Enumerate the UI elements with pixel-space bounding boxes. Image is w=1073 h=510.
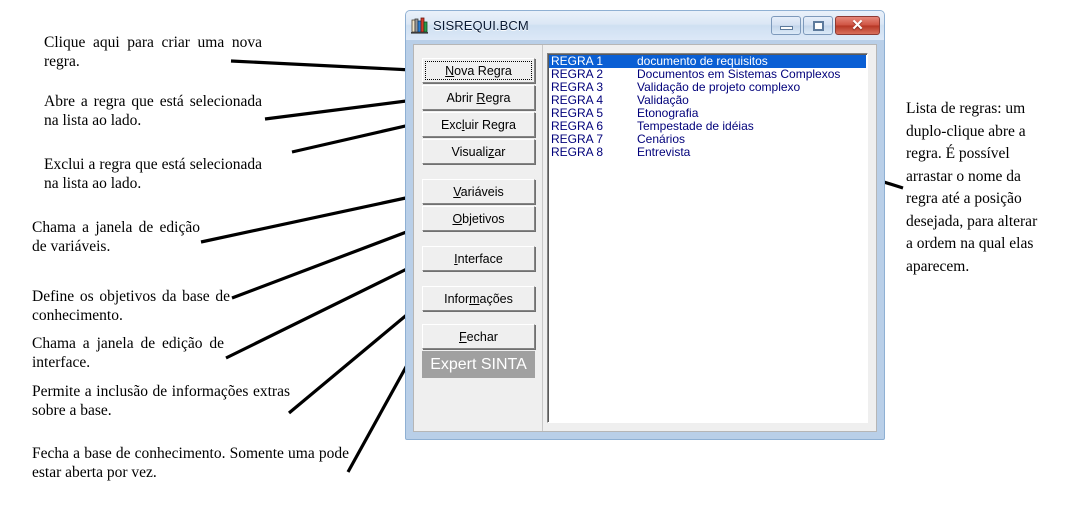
annotation-objetivos-text: Define os objetivos da base de conhecime…	[32, 288, 230, 324]
maximize-button[interactable]	[803, 16, 833, 35]
objetivos-button[interactable]: Objetivos	[422, 206, 535, 231]
annotation-interface: Chama a janela de edição de interface.	[32, 334, 224, 372]
excluir-regra-button[interactable]: Excluir Regra	[422, 112, 535, 137]
rule-description: documento de requisitos	[637, 55, 768, 68]
abrir-regra-label: Abrir Regra	[446, 90, 511, 105]
annotation-nova-regra-text: Clique aqui para criar uma nova regra.	[44, 34, 262, 70]
variaveis-label: Variáveis	[453, 184, 504, 199]
annotation-lista-regras: Lista de regras: um duplo-clique abre a …	[906, 98, 1042, 278]
rule-name: REGRA 7	[551, 133, 604, 146]
table-row[interactable]: REGRA 7 Cenários	[549, 133, 866, 146]
nova-regra-button[interactable]: Nova Regra	[422, 58, 535, 83]
interface-label: Interface	[454, 251, 503, 266]
knowledge-base-icon	[411, 17, 428, 34]
annotation-informacoes: Permite a inclusão de informações extras…	[32, 382, 290, 420]
annotation-nova-regra: Clique aqui para criar uma nova regra.	[44, 33, 262, 71]
minimize-icon	[779, 26, 793, 30]
button-group-gap-4	[422, 313, 535, 324]
rule-description: Cenários	[637, 133, 686, 146]
annotation-informacoes-text: Permite a inclusão de informações extras…	[32, 383, 290, 419]
rule-name: REGRA 3	[551, 81, 604, 94]
fechar-label: Fechar	[459, 329, 498, 344]
visualizar-button[interactable]: Visualizar	[422, 139, 535, 164]
rule-description: Validação de projeto complexo	[637, 81, 801, 94]
rule-description: Documentos em Sistemas Complexos	[637, 68, 841, 81]
nova-regra-label: Nova Regra	[445, 63, 512, 78]
leader-line-informacoes	[287, 301, 423, 415]
minimize-button[interactable]	[771, 16, 801, 35]
leader-line-interface	[225, 261, 420, 360]
excluir-regra-label: Excluir Regra	[440, 117, 517, 132]
informacoes-button[interactable]: Informações	[422, 286, 535, 311]
close-button[interactable]: ✕	[835, 16, 880, 35]
table-row[interactable]: REGRA 4 Validação	[549, 94, 866, 107]
rule-description: Tempestade de idéias	[637, 120, 754, 133]
annotation-fechar-text: Fecha a base de conhecimento. Somente um…	[32, 445, 349, 481]
interface-button[interactable]: Interface	[422, 246, 535, 271]
brand-label: Expert SINTA	[422, 351, 535, 378]
window-titlebar[interactable]: SISREQUI.BCM ✕	[406, 11, 884, 40]
rule-name: REGRA 6	[551, 120, 604, 133]
annotation-excluir-regra: Exclui a regra que está selecionada na l…	[44, 155, 262, 193]
brand-label-text: Expert SINTA	[430, 355, 527, 373]
abrir-regra-button[interactable]: Abrir Regra	[422, 85, 535, 110]
visualizar-label: Visualizar	[451, 144, 506, 159]
window-title: SISREQUI.BCM	[433, 18, 529, 33]
leader-line-variaveis	[200, 194, 416, 244]
annotation-variaveis: Chama a janela de edição de variáveis.	[32, 218, 200, 256]
button-group-gap-1	[422, 166, 535, 179]
rules-listbox[interactable]: REGRA 1 documento de requisitos REGRA 2 …	[547, 53, 868, 423]
annotation-objetivos: Define os objetivos da base de conhecime…	[32, 287, 230, 325]
command-button-column: Nova Regra Abrir Regra Excluir Regra Vis…	[422, 58, 535, 378]
informacoes-label: Informações	[444, 291, 513, 306]
annotation-abrir-regra: Abre a regra que está selecionada na lis…	[44, 92, 262, 130]
table-row[interactable]: REGRA 3 Validação de projeto complexo	[549, 81, 866, 94]
rule-name: REGRA 1	[551, 55, 604, 68]
annotation-interface-text: Chama a janela de edição de interface.	[32, 335, 224, 371]
table-row[interactable]: REGRA 2 Documentos em Sistemas Complexos	[549, 68, 866, 81]
annotation-variaveis-text: Chama a janela de edição de variáveis.	[32, 219, 200, 255]
rule-name: REGRA 2	[551, 68, 604, 81]
close-icon: ✕	[851, 16, 864, 34]
annotation-excluir-regra-text: Exclui a regra que está selecionada na l…	[44, 156, 262, 192]
application-window: SISREQUI.BCM ✕ Nova Regra Abrir Regra Ex…	[405, 10, 885, 440]
rule-name: REGRA 5	[551, 107, 604, 120]
button-group-gap-3	[422, 273, 535, 286]
annotation-abrir-regra-text: Abre a regra que está selecionada na lis…	[44, 93, 262, 129]
rule-description: Entrevista	[637, 146, 691, 159]
leader-line-excluir-regra	[291, 122, 415, 154]
caption-buttons: ✕	[771, 16, 880, 35]
annotation-fechar: Fecha a base de conhecimento. Somente um…	[32, 444, 349, 482]
button-group-gap-2	[422, 233, 535, 246]
variaveis-button[interactable]: Variáveis	[422, 179, 535, 204]
window-client-area: Nova Regra Abrir Regra Excluir Regra Vis…	[413, 44, 877, 432]
table-row[interactable]: REGRA 8 Entrevista	[549, 146, 866, 159]
maximize-icon	[812, 20, 824, 31]
table-row[interactable]: REGRA 5 Etonografia	[549, 107, 866, 120]
objetivos-label: Objetivos	[452, 211, 505, 226]
rule-name: REGRA 4	[551, 94, 604, 107]
rule-description: Validação	[637, 94, 689, 107]
table-row[interactable]: REGRA 6 Tempestade de idéias	[549, 120, 866, 133]
rule-name: REGRA 8	[551, 146, 604, 159]
fechar-button[interactable]: Fechar	[422, 324, 535, 349]
table-row[interactable]: REGRA 1 documento de requisitos	[549, 55, 866, 68]
leader-line-abrir-regra	[264, 98, 415, 121]
panel-divider	[542, 45, 543, 431]
annotation-lista-regras-text: Lista de regras: um duplo-clique abre a …	[906, 100, 1038, 275]
leader-line-objetivos	[231, 226, 418, 300]
rule-description: Etonografia	[637, 107, 699, 120]
